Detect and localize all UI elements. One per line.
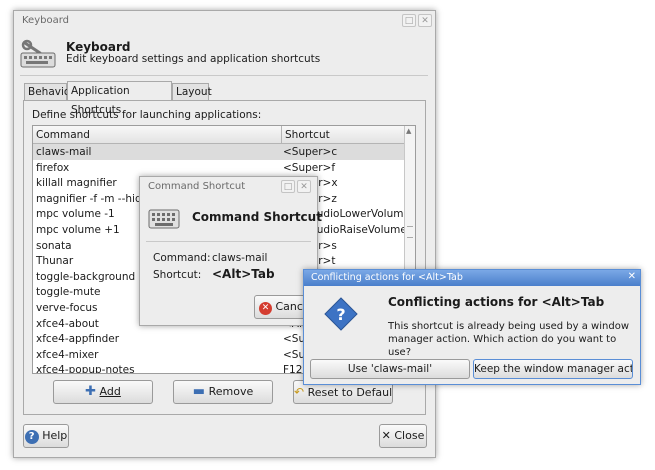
close-icon: ✕: [381, 429, 391, 442]
conflict-heading: Conflicting actions for <Alt>Tab: [388, 295, 605, 309]
shortcut-cell: <Su: [283, 333, 306, 346]
table-row[interactable]: firefox <Super>f: [33, 160, 405, 176]
conflict-title: Conflicting actions for <Alt>Tab: [311, 272, 463, 283]
help-icon: ?: [24, 430, 39, 444]
command-cell: killall magnifier: [36, 177, 117, 190]
use-claws-mail-button[interactable]: Use 'claws-mail': [310, 359, 470, 379]
question-icon: ?: [324, 297, 358, 331]
remove-button[interactable]: ▬ Remove: [173, 380, 273, 404]
conflict-dialog: Conflicting actions for <Alt>Tab ✕ ? Con…: [303, 269, 641, 385]
conflict-message: This shortcut is already being used by a…: [388, 321, 629, 358]
dialog-title: Command Shortcut: [148, 181, 246, 192]
header-title: Keyboard: [66, 40, 131, 54]
dialog-maximize-button[interactable]: □: [281, 180, 295, 193]
add-button[interactable]: ✚ Add: [53, 380, 153, 404]
keep-window-manager-action-button[interactable]: Keep the window manager action: [473, 359, 633, 379]
command-cell: toggle-mute: [36, 286, 101, 299]
command-cell: xfce4-popup-notes: [36, 364, 135, 374]
command-cell: firefox: [36, 161, 70, 174]
dialog-heading: Command Shortcut: [192, 210, 322, 224]
command-cell: xfce4-appfinder: [36, 333, 120, 346]
window-title: Keyboard: [22, 15, 70, 26]
add-icon: ✚: [85, 384, 97, 399]
command-cell: mpc volume +1: [36, 224, 120, 236]
shortcut-value: <Alt>Tab: [212, 267, 275, 281]
tab-behavior[interactable]: Behavior: [24, 83, 75, 100]
tab-layout[interactable]: Layout: [172, 83, 212, 100]
command-cell: xfce4-about: [36, 317, 99, 330]
command-cell: claws-mail: [36, 146, 92, 158]
command-cell: verve-focus: [36, 302, 98, 314]
command-cell: toggle-background: [36, 270, 136, 283]
column-header-command[interactable]: Command: [33, 126, 282, 144]
close-window-button[interactable]: ✕: [418, 14, 432, 27]
remove-icon: ▬: [192, 384, 206, 399]
command-cell: mpc volume -1: [36, 208, 115, 221]
command-shortcut-dialog: Command Shortcut □ ✕ Command Shortcut Co…: [139, 176, 322, 326]
conflict-titlebar[interactable]: Conflicting actions for <Alt>Tab: [304, 270, 640, 286]
command-label: Command:: [153, 252, 211, 264]
help-button[interactable]: ? Help: [23, 424, 69, 448]
tab-application-shortcuts[interactable]: Application Shortcuts: [67, 81, 172, 116]
reset-icon: ↶: [294, 385, 305, 399]
command-value: claws-mail: [212, 252, 268, 264]
conflict-close-button[interactable]: ✕: [628, 271, 636, 282]
header-subtitle: Edit keyboard settings and application s…: [66, 53, 321, 65]
keyboard-settings-icon: [20, 39, 58, 71]
cancel-icon: ✕: [259, 302, 272, 315]
shortcut-cell: <Super>c: [283, 146, 338, 158]
column-header-shortcut[interactable]: Shortcut: [282, 126, 405, 144]
command-cell: Thunar: [36, 255, 74, 268]
command-cell: sonata: [36, 239, 72, 252]
shortcut-cell: F12: [283, 364, 303, 374]
table-row[interactable]: claws-mail <Super>c: [33, 144, 405, 160]
scroll-up-arrow[interactable]: ▲: [406, 127, 411, 135]
scrollbar-grip[interactable]: [407, 226, 413, 238]
close-label: Close: [394, 429, 425, 442]
window-titlebar[interactable]: Keyboard: [14, 11, 435, 31]
dialog-close-button[interactable]: ✕: [297, 180, 311, 193]
help-label: Help: [42, 429, 68, 442]
add-label: Add: [99, 385, 121, 398]
define-label: Define shortcuts for launching applicati…: [32, 109, 262, 121]
maximize-button[interactable]: □: [402, 14, 416, 27]
shortcut-label: Shortcut:: [153, 269, 202, 281]
close-button[interactable]: ✕ Close: [379, 424, 427, 448]
header-divider: [20, 75, 428, 76]
reset-label: Reset to Defaults: [307, 386, 393, 399]
keyboard-icon: [147, 204, 181, 232]
dialog-divider: [146, 241, 311, 242]
shortcut-cell: <Su: [283, 348, 306, 361]
command-cell: xfce4-mixer: [36, 348, 99, 361]
shortcut-cell: <Super>f: [283, 161, 336, 174]
svg-text:?: ?: [336, 305, 345, 324]
remove-label: Remove: [208, 385, 254, 398]
